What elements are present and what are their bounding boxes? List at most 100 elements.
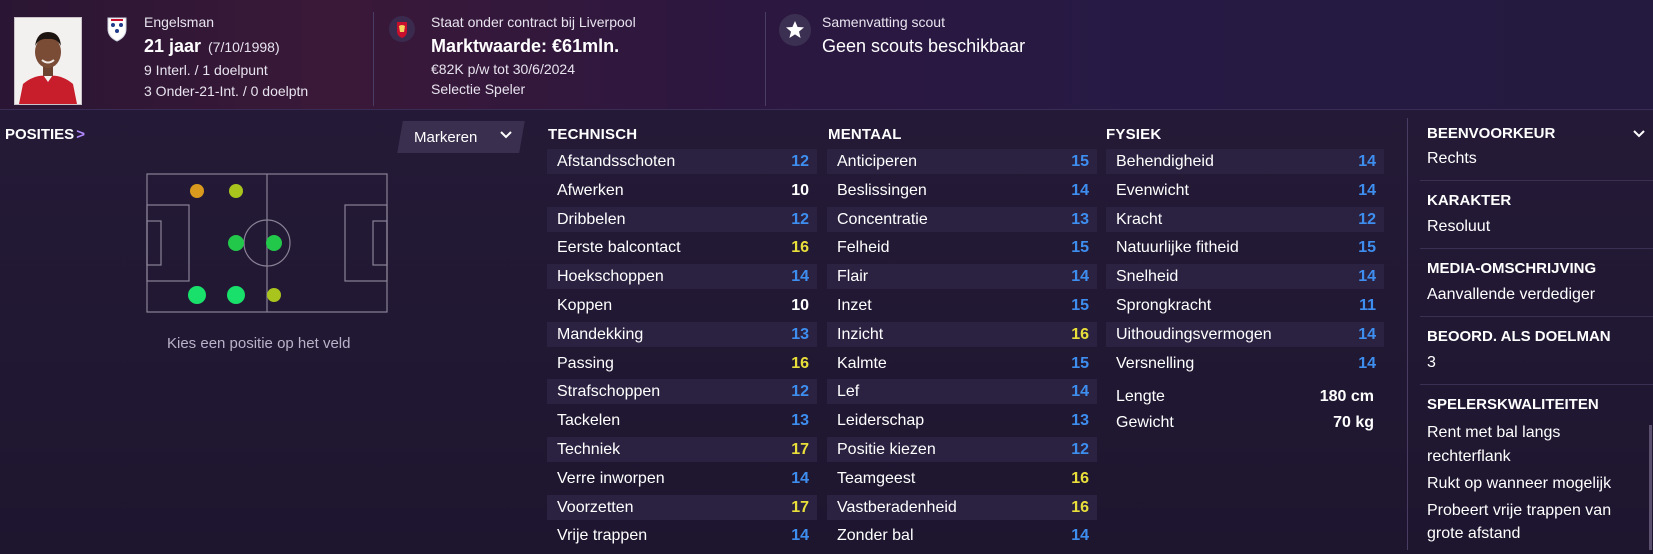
attribute-row[interactable]: Kracht 12 xyxy=(1106,206,1384,232)
attribute-row[interactable]: Kalmte 15 xyxy=(827,351,1097,376)
info-divider xyxy=(1420,180,1653,181)
attribute-row[interactable]: Lef 14 xyxy=(827,379,1097,405)
attribute-row[interactable]: Beslissingen 14 xyxy=(827,178,1097,203)
attribute-row[interactable]: Flair 14 xyxy=(827,264,1097,290)
attribute-name: Inzet xyxy=(837,297,872,314)
attribute-row[interactable]: Koppen 10 xyxy=(547,293,817,318)
goalkeeper-rating-value: 3 xyxy=(1427,354,1436,371)
position-dot-dl xyxy=(190,184,204,198)
personality-heading: KARAKTER xyxy=(1427,192,1512,209)
player-photo[interactable] xyxy=(14,17,82,105)
attribute-row[interactable]: Tackelen 13 xyxy=(547,408,817,433)
attribute-row[interactable]: Afwerken 10 xyxy=(547,178,817,203)
attribute-value: 17 xyxy=(791,441,809,458)
physical-heading: FYSIEK xyxy=(1106,126,1162,143)
position-pitch[interactable] xyxy=(146,173,388,318)
attribute-row[interactable]: Teamgeest 16 xyxy=(827,466,1097,491)
attribute-row[interactable]: Sprongkracht 11 xyxy=(1106,293,1384,318)
attribute-row[interactable]: Behendigheid 14 xyxy=(1106,149,1384,174)
nationality: Engelsman xyxy=(144,14,215,30)
attribute-name: Kracht xyxy=(1116,210,1163,228)
attribute-row[interactable]: Positie kiezen 12 xyxy=(827,437,1097,462)
info-divider xyxy=(1420,316,1653,317)
attribute-row[interactable]: Natuurlijke fitheid 15 xyxy=(1106,235,1384,260)
attribute-value: 14 xyxy=(1358,153,1376,170)
attribute-name: Positie kiezen xyxy=(837,441,936,458)
attribute-value: 13 xyxy=(791,412,809,430)
attribute-value: 16 xyxy=(791,239,809,257)
attribute-name: Flair xyxy=(837,268,869,286)
attribute-value: 12 xyxy=(791,383,809,401)
attribute-row[interactable]: Hoekschoppen 14 xyxy=(547,264,817,290)
attribute-value: 16 xyxy=(1071,498,1089,516)
chevron-right-icon: > xyxy=(76,126,85,143)
positions-link[interactable]: POSITIES > xyxy=(5,126,85,143)
attribute-row[interactable]: Snelheid 14 xyxy=(1106,264,1384,290)
attribute-row[interactable]: Uithoudingsvermogen 14 xyxy=(1106,321,1384,347)
attribute-value: 15 xyxy=(1071,354,1089,372)
attribute-name: Techniek xyxy=(557,441,621,458)
position-dot-wbr xyxy=(227,286,245,304)
attribute-row[interactable]: Verre inworpen 14 xyxy=(547,466,817,491)
attribute-name: Inzicht xyxy=(837,325,884,343)
attribute-row[interactable]: Vrije trappen 14 xyxy=(547,523,817,548)
attribute-value: 14 xyxy=(1071,181,1089,199)
liverpool-crest-icon[interactable] xyxy=(389,16,415,42)
attribute-value: 13 xyxy=(1071,412,1089,430)
attribute-row[interactable]: Afstandsschoten 12 xyxy=(547,149,817,174)
attribute-name: Afstandsschoten xyxy=(557,153,676,170)
chevron-down-icon[interactable] xyxy=(1632,127,1646,146)
scout-summary-text: Geen scouts beschikbaar xyxy=(822,36,1026,56)
attribute-value: 17 xyxy=(791,498,809,516)
attribute-row[interactable]: Inzicht 16 xyxy=(827,321,1097,347)
attribute-row[interactable]: Inzet 15 xyxy=(827,293,1097,318)
goalkeeper-rating-heading: BEOORD. ALS DOELMAN xyxy=(1427,328,1611,345)
attribute-name: Strafschoppen xyxy=(557,383,661,401)
attribute-name: Natuurlijke fitheid xyxy=(1116,239,1239,257)
player-trait-line: rechterflank xyxy=(1427,448,1511,465)
pitch-caption: Kies een positie op het veld xyxy=(167,335,351,352)
attribute-row[interactable]: Zonder bal 14 xyxy=(827,523,1097,548)
attribute-row[interactable]: Strafschoppen 12 xyxy=(547,379,817,405)
u21-caps[interactable]: 3 Onder-21-Int. / 0 doelptn xyxy=(144,83,308,99)
squad-status: Selectie Speler xyxy=(431,81,526,97)
player-trait-line: grote afstand xyxy=(1427,525,1521,542)
position-dot-mr xyxy=(267,288,281,302)
info-panel-scrollbar[interactable] xyxy=(1649,425,1652,550)
attribute-value: 15 xyxy=(1071,297,1089,314)
highlight-dropdown-label[interactable]: Markeren xyxy=(414,129,477,146)
player-trait-line: Probeert vrije trappen van xyxy=(1427,502,1612,519)
attribute-row[interactable]: Mandekking 13 xyxy=(547,321,817,347)
age: 21 jaar xyxy=(144,36,202,56)
attribute-row[interactable]: Concentratie 13 xyxy=(827,206,1097,232)
attribute-row[interactable]: Anticiperen 15 xyxy=(827,149,1097,174)
attribute-row[interactable]: Leiderschap 13 xyxy=(827,408,1097,433)
media-description-heading: MEDIA-OMSCHRIJVING xyxy=(1427,260,1597,277)
attribute-value: 12 xyxy=(1358,210,1376,228)
attribute-value: 15 xyxy=(1071,239,1089,257)
technical-heading: TECHNISCH xyxy=(548,126,638,143)
attribute-name: Dribbelen xyxy=(557,210,626,228)
attribute-row[interactable]: Techniek 17 xyxy=(547,437,817,462)
contract-status[interactable]: Staat onder contract bij Liverpool xyxy=(431,14,636,30)
attribute-value: 14 xyxy=(1071,527,1089,545)
personality-value: Resoluut xyxy=(1427,218,1491,235)
header-divider xyxy=(373,12,374,106)
attribute-row[interactable]: Vastberadenheid 16 xyxy=(827,494,1097,520)
chevron-down-icon[interactable] xyxy=(499,128,513,147)
attribute-row[interactable]: Felheid 15 xyxy=(827,235,1097,260)
attribute-row[interactable]: Voorzetten 17 xyxy=(547,494,817,520)
attribute-name: Lef xyxy=(837,383,860,401)
international-caps[interactable]: 9 Interl. / 1 doelpunt xyxy=(144,62,268,78)
attribute-row[interactable]: Passing 16 xyxy=(547,351,817,376)
attribute-name: Sprongkracht xyxy=(1116,297,1212,314)
attribute-name: Kalmte xyxy=(837,354,887,372)
weight-label: Gewicht xyxy=(1116,414,1174,431)
attribute-row[interactable]: Eerste balcontact 16 xyxy=(547,235,817,260)
attribute-row[interactable]: Evenwicht 14 xyxy=(1106,178,1384,203)
attribute-row[interactable]: Versnelling 14 xyxy=(1106,351,1384,376)
info-divider xyxy=(1420,248,1653,249)
attribute-row[interactable]: Dribbelen 12 xyxy=(547,206,817,232)
attribute-name: Hoekschoppen xyxy=(557,268,664,286)
attribute-name: Zonder bal xyxy=(837,527,914,545)
